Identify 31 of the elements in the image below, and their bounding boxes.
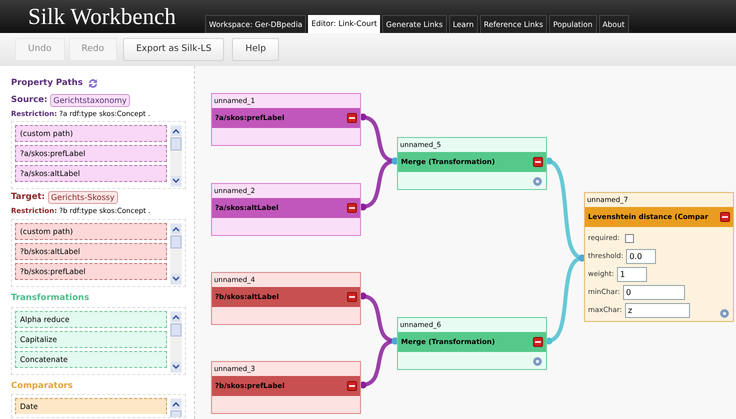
remove-icon[interactable] [347,113,357,123]
section-label: Target: [11,191,45,204]
input-field[interactable]: 0 [622,284,685,300]
section-heading: Property Paths [11,77,83,90]
scrollbar[interactable] [170,222,182,285]
remove-icon[interactable] [347,381,357,391]
help-icon[interactable] [533,357,542,366]
section-heading: Comparators [11,380,74,392]
dataset-badge: Gerichtstaxonomy [50,94,130,107]
checkbox[interactable] [624,234,634,242]
input-field[interactable]: z [624,302,690,318]
input-field[interactable]: 1 [616,266,647,282]
scrollbar[interactable] [170,310,182,372]
refresh-icon[interactable] [86,78,99,89]
app-title: Silk Workbench [28,5,177,31]
dataset-badge: Gerichts-Skossy [48,191,118,204]
toolbar-button[interactable]: Help [232,38,279,61]
help-icon[interactable] [720,309,729,318]
help-icon[interactable] [533,177,542,186]
remove-icon[interactable] [347,292,357,302]
remove-icon[interactable] [347,203,357,213]
input-field[interactable]: 0.0 [626,248,656,264]
remove-icon[interactable] [533,337,543,347]
section-label: Source: [11,94,48,107]
connector [360,338,398,388]
toolbar-button[interactable]: Export as Silk-LS [123,38,224,61]
remove-icon[interactable] [720,212,730,222]
scrollbar[interactable] [170,125,182,188]
connector [360,158,398,210]
section-heading: Transformations [11,292,90,304]
remove-icon[interactable] [533,157,543,167]
